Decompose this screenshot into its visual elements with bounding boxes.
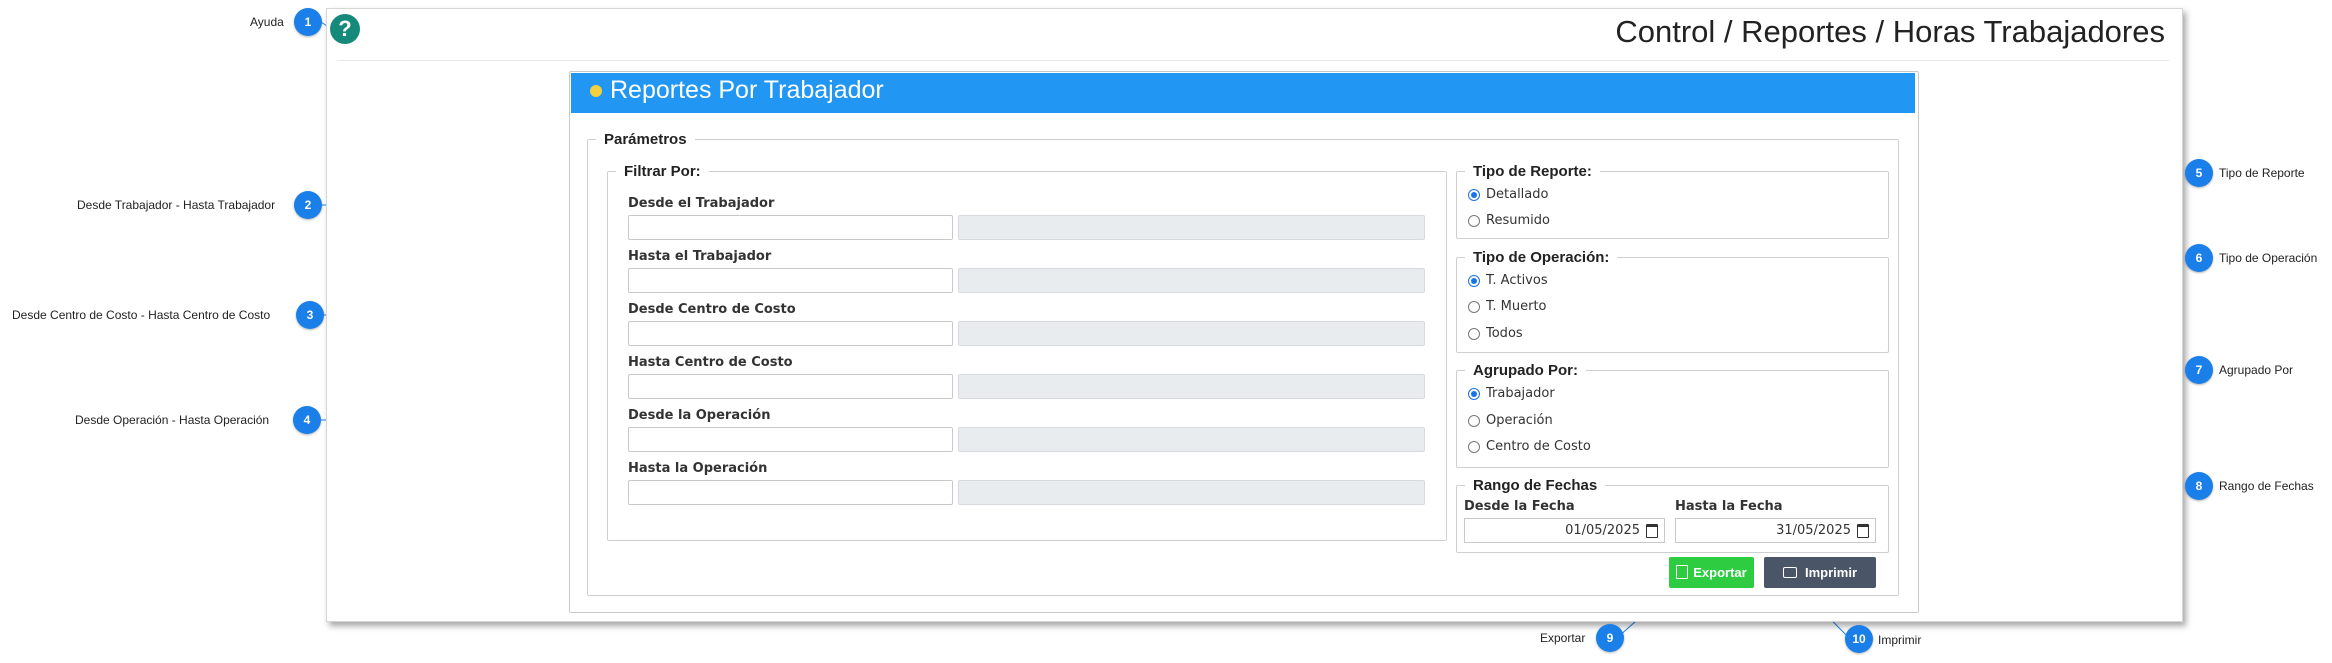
radio-centro-costo[interactable] <box>1468 441 1480 453</box>
printer-icon <box>1782 567 1797 578</box>
callout-label-rango-fechas: Rango de Fechas <box>2219 479 2314 493</box>
radio-t-muerto[interactable] <box>1468 301 1480 313</box>
calendar-icon[interactable] <box>1857 524 1869 538</box>
callout-label-exportar: Exportar <box>1540 631 1586 645</box>
filtrar-legend: Filtrar Por: <box>624 163 701 180</box>
callout-badge-8: 8 <box>2185 472 2213 500</box>
hasta-centro-costo-input[interactable] <box>628 374 953 399</box>
callout-badge-2: 2 <box>294 191 322 219</box>
callout-badge-1: 1 <box>294 8 322 36</box>
callout-label-imprimir: Imprimir <box>1878 633 1922 647</box>
callout-label-operacion: Desde Operación - Hasta Operación <box>75 413 270 427</box>
desde-operacion-input[interactable] <box>628 427 953 452</box>
panel-title: Reportes Por Trabajador <box>610 76 884 104</box>
desde-fecha-input[interactable]: 01/05/2025 <box>1464 518 1665 543</box>
exportar-button[interactable]: Exportar <box>1669 557 1754 588</box>
hasta-operacion-description <box>958 480 1425 505</box>
desde-operacion-label: Desde la Operación <box>628 408 771 423</box>
callout-label-agrupado: Agrupado Por <box>2219 363 2294 377</box>
desde-trabajador-label: Desde el Trabajador <box>628 196 775 211</box>
desde-trabajador-description <box>958 215 1425 240</box>
hasta-trabajador-label: Hasta el Trabajador <box>628 249 772 264</box>
hasta-centro-costo-label: Hasta Centro de Costo <box>628 355 793 370</box>
radio-detallado[interactable] <box>1468 189 1480 201</box>
hasta-fecha-input[interactable]: 31/05/2025 <box>1675 518 1876 543</box>
tipo-reporte-legend: Tipo de Reporte: <box>1473 163 1592 180</box>
hasta-trabajador-description <box>958 268 1425 293</box>
agrupado-legend: Agrupado Por: <box>1473 362 1578 379</box>
desde-operacion-description <box>958 427 1425 452</box>
hasta-operacion-input[interactable] <box>628 480 953 505</box>
radio-todos-label: Todos <box>1486 326 1523 341</box>
radio-t-muerto-label: T. Muerto <box>1486 299 1547 314</box>
file-excel-icon <box>1676 565 1689 579</box>
callout-label-tipo-reporte: Tipo de Reporte <box>2219 166 2305 180</box>
radio-t-activos[interactable] <box>1468 275 1480 287</box>
callout-badge-6: 6 <box>2185 244 2213 272</box>
calendar-icon[interactable] <box>1646 524 1658 538</box>
radio-resumido-label: Resumido <box>1486 213 1550 228</box>
imprimir-button-label: Imprimir <box>1804 565 1857 580</box>
page-title: Control / Reportes / Horas Trabajadores <box>1615 14 2165 49</box>
hasta-operacion-label: Hasta la Operación <box>628 461 768 476</box>
hasta-trabajador-input[interactable] <box>628 268 953 293</box>
parametros-legend: Parámetros <box>604 131 687 148</box>
hasta-fecha-label: Hasta la Fecha <box>1675 499 1783 514</box>
desde-centro-costo-input[interactable] <box>628 321 953 346</box>
callout-label-centro-costo: Desde Centro de Costo - Hasta Centro de … <box>12 308 271 322</box>
radio-detallado-label: Detallado <box>1486 187 1549 202</box>
exportar-button-label: Exportar <box>1693 565 1747 580</box>
desde-centro-costo-description <box>958 321 1425 346</box>
callout-badge-9: 9 <box>1596 624 1624 652</box>
imprimir-button[interactable]: Imprimir <box>1764 557 1876 588</box>
header-divider <box>337 60 2169 61</box>
rango-fechas-legend: Rango de Fechas <box>1473 477 1598 494</box>
radio-centro-costo-label: Centro de Costo <box>1486 439 1591 454</box>
desde-centro-costo-label: Desde Centro de Costo <box>628 302 796 317</box>
callout-badge-3: 3 <box>296 301 324 329</box>
status-dot-icon <box>590 85 602 97</box>
callout-label-ayuda: Ayuda <box>250 15 284 29</box>
question-circle-icon[interactable]: ? <box>330 14 360 44</box>
callout-badge-10: 10 <box>1845 625 1873 653</box>
desde-fecha-value: 01/05/2025 <box>1565 523 1640 538</box>
radio-t-activos-label: T. Activos <box>1486 273 1548 288</box>
desde-trabajador-input[interactable] <box>628 215 953 240</box>
radio-todos[interactable] <box>1468 328 1480 340</box>
callout-badge-5: 5 <box>2185 159 2213 187</box>
desde-fecha-label: Desde la Fecha <box>1464 499 1575 514</box>
callout-badge-4: 4 <box>293 406 321 434</box>
radio-resumido[interactable] <box>1468 215 1480 227</box>
callout-badge-7: 7 <box>2185 356 2213 384</box>
radio-trabajador-label: Trabajador <box>1486 386 1555 401</box>
callout-label-tipo-operacion: Tipo de Operación <box>2219 251 2318 265</box>
radio-operacion-label: Operación <box>1486 413 1553 428</box>
radio-operacion[interactable] <box>1468 415 1480 427</box>
hasta-centro-costo-description <box>958 374 1425 399</box>
radio-trabajador[interactable] <box>1468 388 1480 400</box>
tipo-operacion-legend: Tipo de Operación: <box>1473 249 1610 266</box>
hasta-fecha-value: 31/05/2025 <box>1776 523 1851 538</box>
callout-label-trabajador: Desde Trabajador - Hasta Trabajador <box>77 198 276 212</box>
